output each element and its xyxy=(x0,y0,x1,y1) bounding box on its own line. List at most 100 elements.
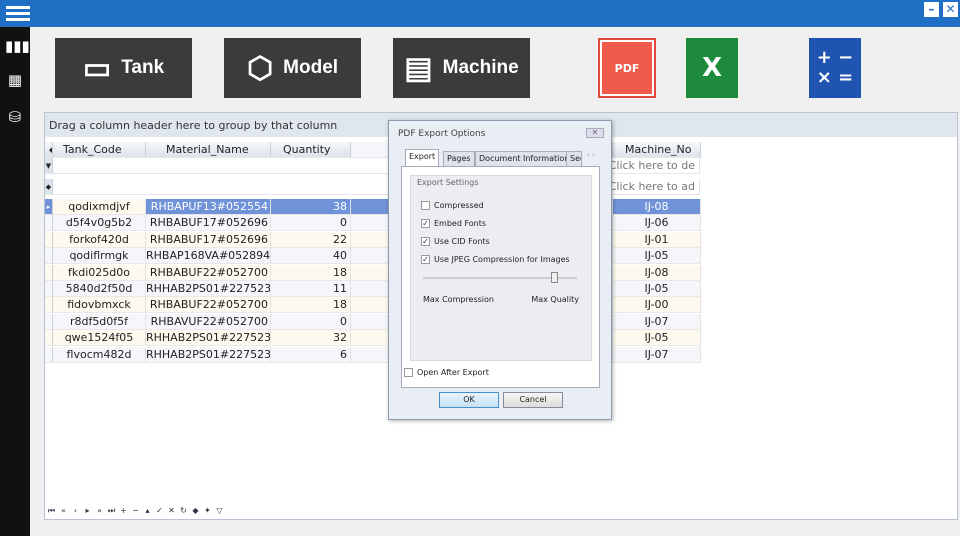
cell-material-name[interactable]: RHBABUF17#052696 xyxy=(146,215,271,232)
next-page-icon[interactable]: » xyxy=(95,506,104,516)
cell-tank-code[interactable]: qwe1524f05 xyxy=(53,330,146,347)
cell-machine-no[interactable]: IJ-06 xyxy=(613,215,701,232)
option-label: Use CID Fonts xyxy=(434,237,490,246)
tank-button[interactable]: ▭ Tank xyxy=(55,38,192,98)
barcode-icon[interactable]: ▮▮▮ xyxy=(5,36,30,56)
option-checkbox[interactable]: ✓ Embed Fonts xyxy=(421,219,486,228)
row-indicator[interactable] xyxy=(45,215,53,232)
row-indicator[interactable] xyxy=(45,313,53,330)
cell-quantity[interactable]: 38 xyxy=(271,199,351,215)
cell-machine-no[interactable]: IJ-08 xyxy=(613,199,701,215)
calculator-icon: + − × = xyxy=(816,47,854,88)
col-machine-no[interactable]: Machine_No xyxy=(613,142,701,158)
cell-machine-no[interactable]: IJ-05 xyxy=(613,281,701,297)
cell-quantity[interactable]: 32 xyxy=(271,330,351,347)
row-indicator[interactable] xyxy=(45,281,53,297)
cell-tank-code[interactable]: d5f4v0g5b2 xyxy=(53,215,146,232)
edit-icon[interactable]: ▴ xyxy=(143,506,152,516)
cell-quantity[interactable]: 6 xyxy=(271,346,351,363)
cell-material-name[interactable]: RHBAPUF13#052554 xyxy=(146,199,271,215)
row-indicator[interactable] xyxy=(45,346,53,363)
cell-material-name[interactable]: RHBABUF22#052700 xyxy=(146,297,271,314)
excel-export-button[interactable]: X xyxy=(686,38,738,98)
cell-machine-no[interactable]: IJ-05 xyxy=(613,248,701,265)
cell-tank-code[interactable]: qodixmdjvf xyxy=(53,199,146,215)
slider-thumb[interactable] xyxy=(550,272,558,283)
first-icon[interactable]: ⏮ xyxy=(47,506,56,516)
goto-bookmark-icon[interactable]: ✦ xyxy=(203,506,212,516)
tab-export[interactable]: Export xyxy=(405,149,440,166)
cell-machine-no[interactable]: IJ-01 xyxy=(613,231,701,248)
col-material-name[interactable]: Material_Name xyxy=(146,142,271,158)
cell-quantity[interactable]: 0 xyxy=(271,313,351,330)
row-indicator[interactable] xyxy=(45,330,53,347)
hamburger-menu-icon[interactable] xyxy=(6,3,30,25)
cell-material-name[interactable]: RHHAB2PS01#227523 xyxy=(146,346,271,363)
close-button[interactable]: ✕ xyxy=(943,2,958,17)
row-indicator[interactable] xyxy=(45,231,53,248)
row-indicator[interactable] xyxy=(45,248,53,265)
next-icon[interactable]: ▸ xyxy=(83,506,92,516)
refresh-icon[interactable]: ↻ xyxy=(179,506,188,516)
database-icon[interactable]: ⛁ xyxy=(5,107,25,127)
calendar-icon[interactable]: ▦ xyxy=(5,70,25,90)
cell-quantity[interactable]: 18 xyxy=(271,297,351,314)
row-indicator[interactable] xyxy=(45,264,53,281)
row-indicator[interactable] xyxy=(45,297,53,314)
tab-pages[interactable]: Pages xyxy=(443,151,475,166)
cell-tank-code[interactable]: 5840d2f50d xyxy=(53,281,146,297)
option-checkbox[interactable]: ✓ Use CID Fonts xyxy=(421,237,490,246)
prev-icon[interactable]: ‹ xyxy=(71,506,80,516)
cell-tank-code[interactable]: forkof420d xyxy=(53,231,146,248)
cell-material-name[interactable]: RHBAP168VA#052894 xyxy=(146,248,271,265)
ok-button[interactable]: OK xyxy=(439,392,499,408)
cell-quantity[interactable]: 22 xyxy=(271,231,351,248)
option-checkbox[interactable]: Compressed xyxy=(421,201,484,210)
cancel-icon[interactable]: ✕ xyxy=(167,506,176,516)
delete-icon[interactable]: − xyxy=(131,506,140,516)
cell-machine-no[interactable]: IJ-07 xyxy=(613,346,701,363)
cell-quantity[interactable]: 40 xyxy=(271,248,351,265)
tab-security[interactable]: Sec xyxy=(566,151,582,166)
last-icon[interactable]: ⏭ xyxy=(107,506,116,516)
cell-machine-no[interactable]: IJ-08 xyxy=(613,264,701,281)
group-title: Export Settings xyxy=(417,178,479,187)
option-checkbox[interactable]: ✓ Use JPEG Compression for Images xyxy=(421,255,570,264)
cancel-button[interactable]: Cancel xyxy=(503,392,563,408)
calculator-button[interactable]: + − × = xyxy=(809,38,861,98)
model-button[interactable]: ⬡ Model xyxy=(224,38,361,98)
cell-tank-code[interactable]: fidovbmxck xyxy=(53,297,146,314)
col-tank-code[interactable]: Tank_Code xyxy=(53,142,146,158)
cell-material-name[interactable]: RHBAVUF22#052700 xyxy=(146,313,271,330)
cell-material-name[interactable]: RHBABUF17#052696 xyxy=(146,231,271,248)
tab-document-information[interactable]: Document Information xyxy=(475,151,574,166)
minimize-button[interactable]: – xyxy=(924,2,939,17)
pdf-export-button[interactable]: PDF xyxy=(598,38,656,98)
col-quantity[interactable]: Quantity xyxy=(271,142,351,158)
row-indicator[interactable]: ▸ xyxy=(45,199,53,215)
open-after-export-checkbox[interactable]: Open After Export xyxy=(404,368,489,377)
cell-material-name[interactable]: RHBABUF22#052700 xyxy=(146,264,271,281)
cell-material-name[interactable]: RHHAB2PS01#227523 xyxy=(146,281,271,297)
dialog-close-button[interactable]: ✕ xyxy=(586,128,604,138)
cell-machine-no[interactable]: IJ-00 xyxy=(613,297,701,314)
cell-tank-code[interactable]: r8df5d0f5f xyxy=(53,313,146,330)
cell-quantity[interactable]: 18 xyxy=(271,264,351,281)
bookmark-icon[interactable]: ◆ xyxy=(191,506,200,516)
cell-tank-code[interactable]: fkdi025d0o xyxy=(53,264,146,281)
cell-tank-code[interactable]: qodiflrmgk xyxy=(53,248,146,265)
filter-icon[interactable]: ▽ xyxy=(215,506,224,516)
cell-machine-no[interactable]: IJ-05 xyxy=(613,330,701,347)
cell-quantity[interactable]: 0 xyxy=(271,215,351,232)
sidebar: ▮▮▮ ▦ ⛁ xyxy=(0,27,30,536)
cell-tank-code[interactable]: flvocm482d xyxy=(53,346,146,363)
accept-icon[interactable]: ✓ xyxy=(155,506,164,516)
new-row-indicator: ◆ xyxy=(45,179,53,195)
prev-page-icon[interactable]: « xyxy=(59,506,68,516)
cell-material-name[interactable]: RHHAB2PS01#227523 xyxy=(146,330,271,347)
machine-button[interactable]: ▤ Machine xyxy=(393,38,530,98)
cell-quantity[interactable]: 11 xyxy=(271,281,351,297)
cell-machine-no[interactable]: IJ-07 xyxy=(613,313,701,330)
add-icon[interactable]: + xyxy=(119,506,128,516)
tab-scroll-icon[interactable]: ‹ › xyxy=(587,151,595,159)
